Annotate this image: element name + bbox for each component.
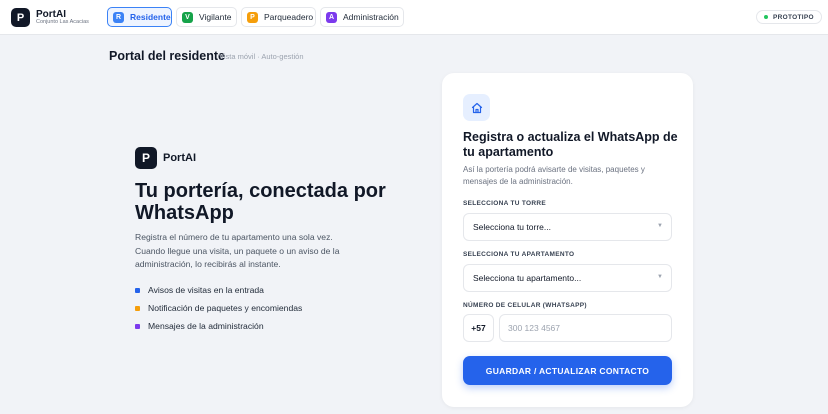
administracion-badge-icon: A (326, 11, 337, 23)
tab-administracion[interactable]: A Administración (320, 7, 404, 27)
residente-badge-icon: R (113, 11, 124, 23)
page-title: Portal del residente (109, 49, 226, 63)
page-subtitle: Vista móvil · Auto-gestión (219, 52, 304, 61)
contact-form-card: Registra o actualiza el WhatsApp de tu a… (442, 73, 693, 407)
parqueadero-badge-icon: P (247, 11, 258, 23)
home-icon (463, 94, 490, 121)
hero-brand: PortAI (163, 152, 196, 164)
brand-subtitle: Conjunto Las Acacias (36, 19, 89, 25)
phone-input[interactable] (499, 314, 672, 342)
tower-select[interactable]: Selecciona tu torre... ▼ (463, 213, 672, 241)
top-bar: P PortAI Conjunto Las Acacias R Resident… (0, 0, 828, 35)
vigilante-badge-icon: V (182, 11, 193, 23)
phone-label: NÚMERO DE CELULAR (WHATSAPP) (463, 302, 587, 309)
apartment-select[interactable]: Selecciona tu apartamento... ▼ (463, 264, 672, 292)
brand-logo[interactable]: P (11, 8, 30, 27)
bullet-square-icon (135, 323, 140, 329)
hero-logo: P (135, 147, 157, 169)
bullet-text: Mensajes de la administración (148, 321, 264, 331)
apartment-label: SELECCIONA TU APARTAMENTO (463, 251, 575, 258)
form-title: Registra o actualiza el WhatsApp de tu a… (463, 130, 678, 159)
save-contact-button[interactable]: GUARDAR / ACTUALIZAR CONTACTO (463, 356, 672, 385)
country-code-prefix: +57 (463, 314, 494, 342)
bullet-square-icon (135, 305, 140, 311)
tab-label: Parqueadero (264, 12, 314, 22)
status-dot-icon (764, 15, 768, 19)
feature-bullet: Avisos de visitas en la entrada (135, 284, 264, 296)
tab-label: Residente (130, 12, 171, 22)
bullet-text: Notificación de paquetes y encomiendas (148, 303, 303, 313)
tab-vigilante[interactable]: V Vigilante (176, 7, 237, 27)
bullet-square-icon (135, 287, 140, 293)
hero-description: Registra el número de tu apartamento una… (135, 232, 340, 269)
apartment-select-value: Selecciona tu apartamento... (473, 273, 582, 283)
tower-label: SELECCIONA TU TORRE (463, 200, 546, 207)
feature-bullet: Mensajes de la administración (135, 320, 264, 332)
tab-parqueadero[interactable]: P Parqueadero (241, 7, 316, 27)
chevron-down-icon: ▼ (657, 223, 663, 229)
tab-label: Vigilante (199, 12, 232, 22)
form-description: Así la portería podrá avisarte de visita… (463, 165, 645, 186)
tab-label: Administración (343, 12, 399, 22)
status-badge-label: PROTOTIPO (773, 13, 814, 21)
bullet-text: Avisos de visitas en la entrada (148, 285, 264, 295)
tab-residente[interactable]: R Residente (107, 7, 172, 27)
feature-bullet: Notificación de paquetes y encomiendas (135, 302, 302, 314)
status-badge: PROTOTIPO (756, 10, 822, 24)
chevron-down-icon: ▼ (657, 274, 663, 280)
tower-select-value: Selecciona tu torre... (473, 222, 551, 232)
hero-title: Tu portería, conectada por WhatsApp (135, 180, 386, 224)
